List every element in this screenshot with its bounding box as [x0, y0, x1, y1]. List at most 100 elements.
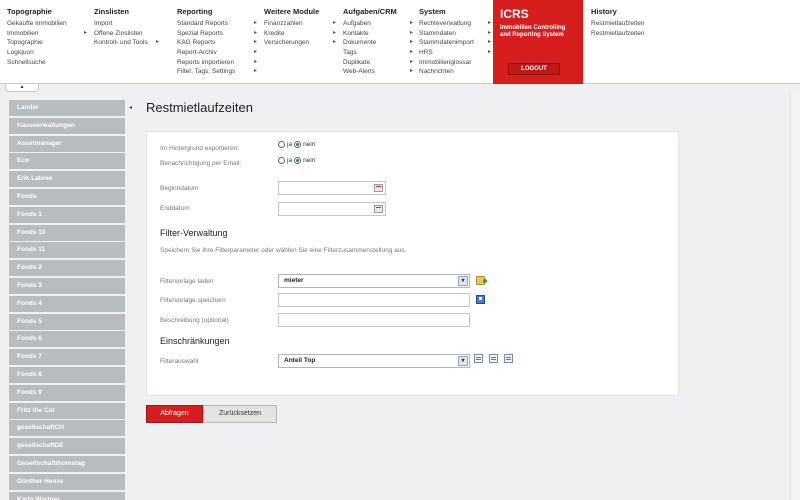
menu-item[interactable]: Topographie — [7, 38, 87, 48]
menu-item-label: Stammdaten — [419, 29, 456, 37]
top-menu: Topographie Gekaufte Immobilien Immobilien… — [0, 0, 800, 84]
delete-filter-icon[interactable] — [504, 354, 513, 363]
notify-radio-nein[interactable] — [294, 157, 302, 164]
menu-item[interactable]: Nachrichten — [419, 67, 491, 77]
begin-date-input[interactable] — [278, 181, 386, 195]
menu-title[interactable]: Aufgaben/CRM — [343, 7, 413, 16]
template-load-label: Filtervorlage laden — [160, 278, 214, 285]
history-item[interactable]: Restmietlaufzeiten — [591, 19, 661, 29]
sidebar-item[interactable]: Fritz the Cat — [9, 402, 125, 419]
menu-item[interactable]: Spezial Reports ▸ — [177, 29, 257, 39]
sidebar-collapse-arrow-icon[interactable]: ◂ — [129, 104, 132, 111]
sidebar-item[interactable]: Fonds 10 — [9, 224, 125, 241]
menu-item[interactable]: Offene Zinslisten — [94, 29, 159, 39]
chevron-right-icon: ▸ — [409, 68, 413, 75]
collapse-menu-toggle[interactable]: ▴ — [5, 84, 39, 92]
chevron-right-icon: ▸ — [332, 29, 336, 36]
save-disk-icon[interactable] — [476, 295, 485, 304]
menu-item[interactable]: Finanzzahlen ▸ — [264, 19, 336, 29]
menu-item[interactable]: Logiquon — [7, 48, 87, 58]
logout-button[interactable]: LOGOUT — [508, 63, 560, 75]
sidebar-item[interactable]: Fonds 5 — [9, 313, 125, 330]
menu-item[interactable]: Import — [94, 19, 159, 29]
menu-item[interactable]: Aufgaben ▸ — [343, 19, 413, 29]
sidebar-item[interactable]: gesellschaftCH — [9, 420, 125, 437]
edit-filter-icon[interactable] — [489, 354, 498, 363]
menu-item[interactable]: KAG Reports ▸ — [177, 38, 257, 48]
menu-item-label: Import — [94, 20, 113, 27]
sidebar-item[interactable]: Fonds 11 — [9, 242, 125, 259]
reset-button[interactable]: Zurücksetzen — [203, 405, 277, 423]
sidebar-item[interactable]: Fonds — [9, 188, 125, 205]
menu-item-label: Spezial Reports — [177, 29, 223, 37]
menu-item[interactable]: Report-Archiv ▸ — [177, 48, 257, 58]
sidebar-item[interactable]: Fonds 6 — [9, 331, 125, 348]
menu-title[interactable]: Weitere Module — [264, 7, 336, 16]
menu-item[interactable]: Tags ▸ — [343, 48, 413, 58]
menu-item-label: Kontakte — [343, 29, 369, 37]
menu-column: Weitere Module Finanzzahlen ▸ Kredite ▸ Versi… — [264, 7, 336, 48]
menu-title[interactable]: Reporting — [177, 7, 257, 16]
history-item[interactable]: Restmietlaufzeiten — [591, 29, 661, 39]
menu-item[interactable]: Standard Reports ▸ — [177, 19, 257, 29]
menu-item[interactable]: Versicherungen ▸ — [264, 38, 336, 48]
menu-item[interactable]: Duplikate ▸ — [343, 58, 413, 68]
menu-column: Zinslisten Import Offene Zinslisten Kontrol… — [94, 7, 159, 48]
menu-item-label: Duplikate — [343, 58, 371, 66]
menu-title[interactable]: Topographie — [7, 7, 87, 16]
menu-item[interactable]: Stammdaten ▸ — [419, 29, 491, 39]
notify-radio-ja[interactable] — [278, 157, 285, 164]
menu-title[interactable]: System — [419, 7, 491, 16]
sidebar-item[interactable]: Fonds 1 — [9, 206, 125, 223]
menu-history-title[interactable]: History — [591, 7, 661, 16]
menu-item[interactable]: Kredite ▸ — [264, 29, 336, 39]
calendar-icon[interactable] — [374, 184, 383, 192]
sidebar-item[interactable]: Erik Labree — [9, 171, 125, 188]
menu-item[interactable]: HRS ▸ — [419, 48, 491, 58]
menu-item[interactable]: Immobilien ▸ — [7, 29, 87, 39]
menu-item[interactable]: Filter, Tags, Settings ▸ — [177, 67, 257, 77]
sidebar-item[interactable]: Lander — [9, 100, 125, 116]
calendar-icon[interactable] — [374, 205, 383, 213]
sidebar-item[interactable]: gesellschaftDE — [9, 438, 125, 455]
menu-item[interactable]: Gekaufte Immobilien — [7, 19, 87, 29]
chevron-right-icon: ▸ — [409, 20, 413, 26]
sidebar-item[interactable]: Hausverwaltungen — [9, 117, 125, 134]
menu-item[interactable]: Immobilienglossar — [419, 58, 491, 68]
menu-item[interactable]: Reports importieren ▸ — [177, 58, 257, 68]
template-save-input[interactable] — [278, 293, 470, 307]
query-button[interactable]: Abfragen — [146, 405, 203, 423]
filter-select[interactable]: Anteil Top ▾ — [278, 354, 470, 368]
sidebar-item[interactable]: Gesellschaftthomstag — [9, 455, 125, 472]
menu-item[interactable]: Stammdatenimport ▸ — [419, 38, 491, 48]
menu-item[interactable]: Dokumente ▸ — [343, 38, 413, 48]
sidebar-item[interactable]: Karlo Wartner — [9, 491, 125, 500]
sidebar-item[interactable]: Fonds 2 — [9, 260, 125, 277]
template-load-select[interactable]: mieter ▾ — [278, 274, 470, 288]
export-radio-nein[interactable] — [294, 141, 302, 148]
description-input[interactable] — [278, 313, 470, 327]
new-filter-icon[interactable] — [474, 354, 483, 363]
brand-panel: ICRS Immobilien Controlling and Reportin… — [493, 0, 583, 84]
sidebar-item[interactable]: Fonds 4 — [9, 295, 125, 312]
load-folder-icon[interactable] — [476, 276, 487, 285]
menu-item[interactable]: Web-Alerts ▸ — [343, 67, 413, 77]
end-date-input[interactable] — [278, 202, 386, 216]
menu-item[interactable]: Schnellsuche — [7, 58, 87, 68]
sidebar-item[interactable]: Eco — [9, 153, 125, 170]
menu-item[interactable]: Rechteverwaltung ▸ — [419, 19, 491, 29]
export-radio-ja[interactable] — [278, 141, 285, 148]
restrictions-section-heading: Einschränkungen — [160, 336, 230, 346]
sidebar-item[interactable]: Fonds 3 — [9, 277, 125, 294]
sidebar-item[interactable]: Assetmanager — [9, 135, 125, 152]
sidebar-item[interactable]: Fonds 9 — [9, 384, 125, 401]
menu-item[interactable]: Kontroll- und Tools ▸ — [94, 38, 159, 48]
chevron-right-icon: ▸ — [487, 39, 491, 46]
sidebar-item[interactable]: Fonds 7 — [9, 349, 125, 366]
sidebar-item[interactable]: Fonds 8 — [9, 366, 125, 383]
menu-item-label: Reports importieren — [177, 58, 235, 66]
menu-item[interactable]: Kontakte ▸ — [343, 29, 413, 39]
menu-title[interactable]: Zinslisten — [94, 7, 159, 16]
scrollbar[interactable] — [790, 92, 800, 500]
sidebar-item[interactable]: Günther Henze — [9, 473, 125, 490]
